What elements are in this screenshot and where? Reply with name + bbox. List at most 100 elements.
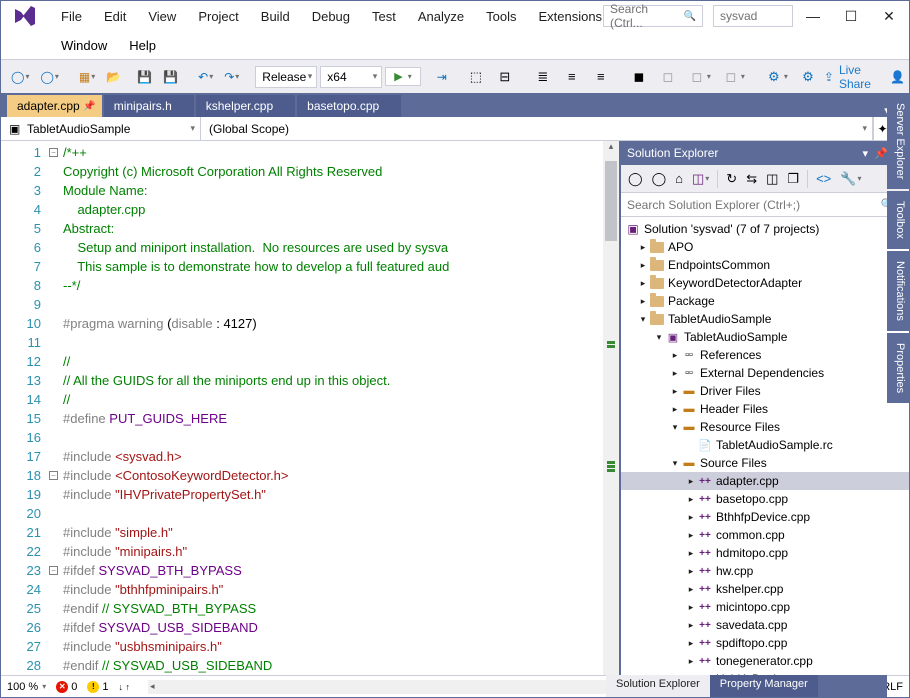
code-content[interactable]: /*++Copyright (c) Microsoft Corporation …: [63, 141, 603, 675]
menu-debug[interactable]: Debug: [302, 6, 360, 27]
tree-item-External-Dependencies[interactable]: ▸▫▫External Dependencies: [621, 364, 909, 382]
solution-node[interactable]: ▣Solution 'sysvad' (7 of 7 projects): [621, 220, 909, 238]
tab-kshelper-cpp[interactable]: kshelper.cpp: [196, 95, 295, 117]
nav-back-button[interactable]: ◯▾: [7, 67, 33, 87]
expand-icon[interactable]: ▸: [685, 476, 697, 487]
warning-count[interactable]: !1: [87, 681, 108, 693]
tree-item-micintopo-cpp[interactable]: ▸++micintopo.cpp: [621, 598, 909, 616]
fold-toggle-icon[interactable]: −: [49, 566, 58, 575]
code-editor[interactable]: 1234567891011121314151617181920212223242…: [1, 141, 619, 675]
tree-item-hw-cpp[interactable]: ▸++hw.cpp: [621, 562, 909, 580]
config-select[interactable]: Release: [255, 66, 317, 88]
menu-tools[interactable]: Tools: [476, 6, 526, 27]
minimize-button[interactable]: —: [803, 8, 823, 25]
fold-toggle-icon[interactable]: −: [49, 471, 58, 480]
tb-icon-9[interactable]: ⚙▾: [761, 65, 792, 89]
sidetab-server-explorer[interactable]: Server Explorer: [887, 93, 909, 189]
zoom-control[interactable]: 100 %▾: [7, 681, 46, 693]
tb-icon-1[interactable]: ⬚: [463, 65, 489, 89]
se-refresh-icon[interactable]: ↻: [723, 169, 740, 189]
tb-icon-5[interactable]: ≡: [588, 65, 614, 89]
tb-icon-8[interactable]: ◻▾: [718, 65, 749, 89]
bookmark-icon[interactable]: ◼: [626, 65, 652, 89]
se-copy-icon[interactable]: ❐: [784, 169, 802, 189]
tree-item-kshelper-cpp[interactable]: ▸++kshelper.cpp: [621, 580, 909, 598]
expand-icon[interactable]: ▸: [637, 242, 649, 253]
se-props-icon[interactable]: 🔧▾: [837, 169, 864, 189]
menu-window[interactable]: Window: [51, 35, 117, 56]
tb-icon-4[interactable]: ≡: [559, 65, 585, 89]
tree-item-spdiftopo-cpp[interactable]: ▸++spdiftopo.cpp: [621, 634, 909, 652]
expand-icon[interactable]: ▾: [669, 422, 681, 433]
tb-icon-7[interactable]: ◻▾: [684, 65, 715, 89]
expand-icon[interactable]: ▸: [685, 638, 697, 649]
menu-extensions[interactable]: Extensions: [528, 6, 612, 27]
tree-item-Source-Files[interactable]: ▾▬Source Files: [621, 454, 909, 472]
tree-item-Package[interactable]: ▸Package: [621, 292, 909, 310]
tab-basetopo-cpp[interactable]: basetopo.cpp: [297, 95, 401, 117]
nav-fwd-button[interactable]: ◯▾: [36, 67, 62, 87]
tb-icon-2[interactable]: ⊟: [492, 65, 518, 89]
tree-item-TabletAudioSample-rc[interactable]: 📄TabletAudioSample.rc: [621, 436, 909, 454]
scroll-thumb[interactable]: [605, 161, 617, 241]
save-all-button[interactable]: 💾: [159, 67, 182, 87]
sidetab-toolbox[interactable]: Toolbox: [887, 191, 909, 249]
tree-item-BthhfpDevice-cpp[interactable]: ▸++BthhfpDevice.cpp: [621, 508, 909, 526]
menu-build[interactable]: Build: [251, 6, 300, 27]
expand-icon[interactable]: ▸: [685, 548, 697, 559]
expand-icon[interactable]: ▸: [669, 368, 681, 379]
fold-gutter[interactable]: −−−−−: [49, 141, 63, 675]
se-showall-icon[interactable]: ◫: [763, 169, 781, 189]
start-debugging-button[interactable]: ▶▾: [385, 67, 420, 86]
menu-analyze[interactable]: Analyze: [408, 6, 474, 27]
error-count[interactable]: ✕0: [56, 681, 77, 693]
menu-test[interactable]: Test: [362, 6, 406, 27]
expand-icon[interactable]: ▾: [637, 314, 649, 325]
solution-explorer-titlebar[interactable]: Solution Explorer ▾ 📌 ✕: [621, 141, 909, 165]
new-project-button[interactable]: ▦▾: [75, 67, 99, 87]
sidetab-notifications[interactable]: Notifications: [887, 251, 909, 331]
expand-icon[interactable]: ▸: [685, 620, 697, 631]
menu-edit[interactable]: Edit: [94, 6, 136, 27]
tb-icon-3[interactable]: ≣: [530, 65, 556, 89]
menu-help[interactable]: Help: [119, 35, 166, 56]
open-file-button[interactable]: 📂▾: [102, 67, 130, 87]
se-sync-icon[interactable]: ◫▾: [689, 169, 712, 189]
platform-select[interactable]: x64: [320, 66, 382, 88]
bottom-tab-property-manager[interactable]: Property Manager: [710, 675, 818, 697]
tree-item-Header-Files[interactable]: ▸▬Header Files: [621, 400, 909, 418]
redo-button[interactable]: ↷▾: [220, 67, 243, 87]
nav-scope-select[interactable]: (Global Scope): [201, 117, 873, 140]
expand-icon[interactable]: ▸: [685, 566, 697, 577]
tree-item-EndpointsCommon[interactable]: ▸EndpointsCommon: [621, 256, 909, 274]
close-button[interactable]: ✕: [879, 8, 899, 25]
menu-view[interactable]: View: [138, 6, 186, 27]
menu-project[interactable]: Project: [188, 6, 248, 27]
tab-minipairs-h[interactable]: minipairs.h: [104, 95, 194, 117]
liveshare-button[interactable]: ⇪Live Share 👤: [824, 63, 905, 91]
expand-icon[interactable]: ▸: [685, 494, 697, 505]
menu-file[interactable]: File: [51, 6, 92, 27]
se-collapse-icon[interactable]: ⇆: [743, 169, 760, 189]
tree-item-Resource-Files[interactable]: ▾▬Resource Files: [621, 418, 909, 436]
undo-button[interactable]: ↶▾: [194, 67, 217, 87]
expand-icon[interactable]: ▾: [669, 458, 681, 469]
expand-icon[interactable]: ▸: [669, 386, 681, 397]
quick-launch-search[interactable]: Search (Ctrl...🔍: [603, 5, 703, 27]
expand-icon[interactable]: ▸: [685, 584, 697, 595]
step-button[interactable]: ⇥: [433, 67, 451, 87]
expand-icon[interactable]: ▸: [685, 602, 697, 613]
expand-icon[interactable]: ▸: [637, 260, 649, 271]
fold-toggle-icon[interactable]: −: [49, 148, 58, 157]
bottom-tab-solution-explorer[interactable]: Solution Explorer: [606, 675, 710, 697]
se-home-icon[interactable]: ⌂: [672, 169, 686, 188]
sidetab-properties[interactable]: Properties: [887, 333, 909, 403]
vertical-scrollbar[interactable]: ▴: [603, 141, 619, 675]
nav-class-select[interactable]: ▣ TabletAudioSample: [1, 117, 201, 140]
se-search[interactable]: 🔍 ▾: [621, 193, 909, 217]
tb-icon-10[interactable]: ⚙: [795, 65, 821, 89]
save-button[interactable]: 💾: [133, 67, 156, 87]
tree-item-savedata-cpp[interactable]: ▸++savedata.cpp: [621, 616, 909, 634]
tree-item-APO[interactable]: ▸APO: [621, 238, 909, 256]
solution-tree[interactable]: ▣Solution 'sysvad' (7 of 7 projects)▸APO…: [621, 217, 909, 675]
